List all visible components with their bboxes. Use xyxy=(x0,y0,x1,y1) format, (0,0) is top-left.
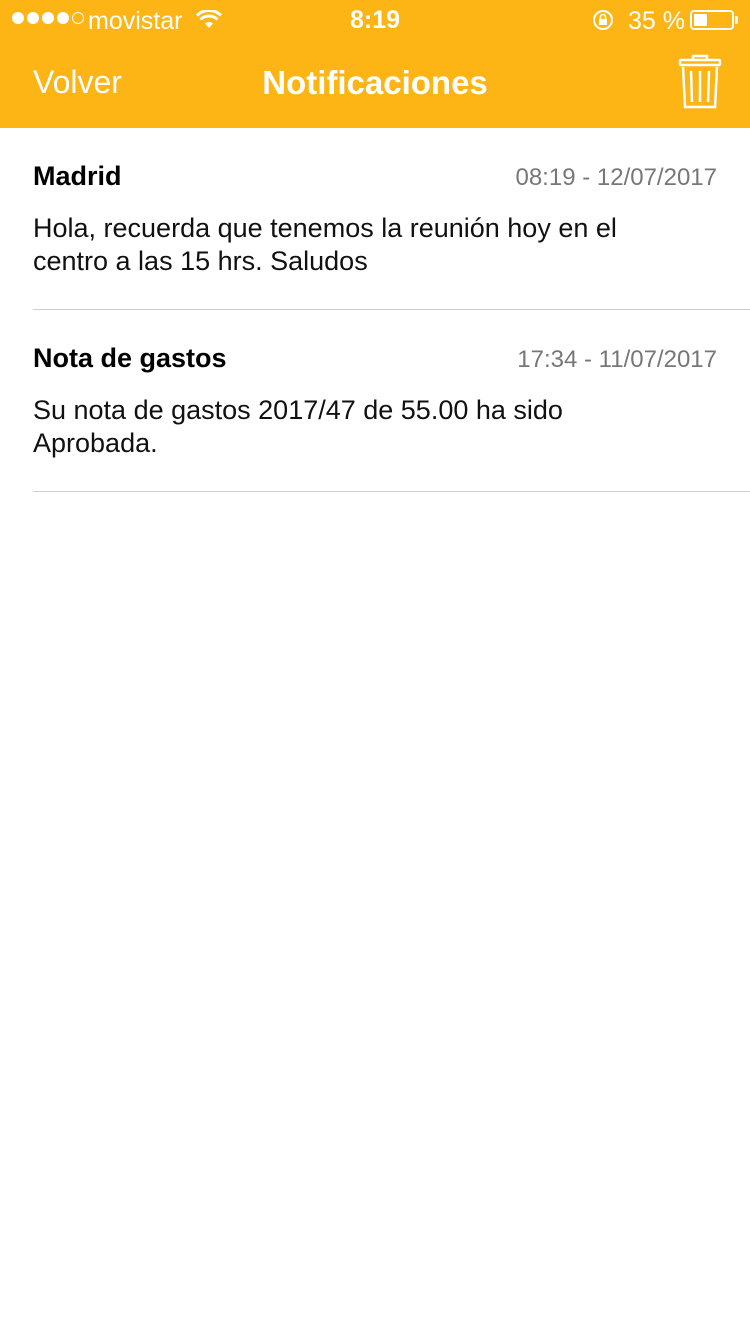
nav-header: movistar 8:19 35 % Volver Notificaciones xyxy=(0,0,750,128)
notification-title: Nota de gastos xyxy=(33,343,227,373)
battery-icon xyxy=(690,10,734,30)
trash-button[interactable] xyxy=(676,54,724,110)
battery-tip xyxy=(735,16,738,24)
notification-item[interactable]: Madrid 08:19 - 12/07/2017 Hola, recuerda… xyxy=(33,128,750,310)
notification-datetime: 17:34 - 11/07/2017 xyxy=(517,346,717,373)
trash-icon xyxy=(678,54,722,109)
notification-list: Madrid 08:19 - 12/07/2017 Hola, recuerda… xyxy=(0,128,750,492)
notification-body: Hola, recuerda que tenemos la reunión ho… xyxy=(33,213,617,276)
status-bar: movistar 8:19 35 % xyxy=(0,0,750,40)
page-title: Notificaciones xyxy=(262,64,488,101)
rotation-lock-icon xyxy=(592,9,614,38)
notification-body: Su nota de gastos 2017/47 de 55.00 ha si… xyxy=(33,395,563,458)
battery-percent: 35 % xyxy=(628,7,685,35)
notification-item[interactable]: Nota de gastos 17:34 - 11/07/2017 Su not… xyxy=(33,310,750,492)
notification-title: Madrid xyxy=(33,161,122,191)
notification-datetime: 08:19 - 12/07/2017 xyxy=(515,164,717,191)
